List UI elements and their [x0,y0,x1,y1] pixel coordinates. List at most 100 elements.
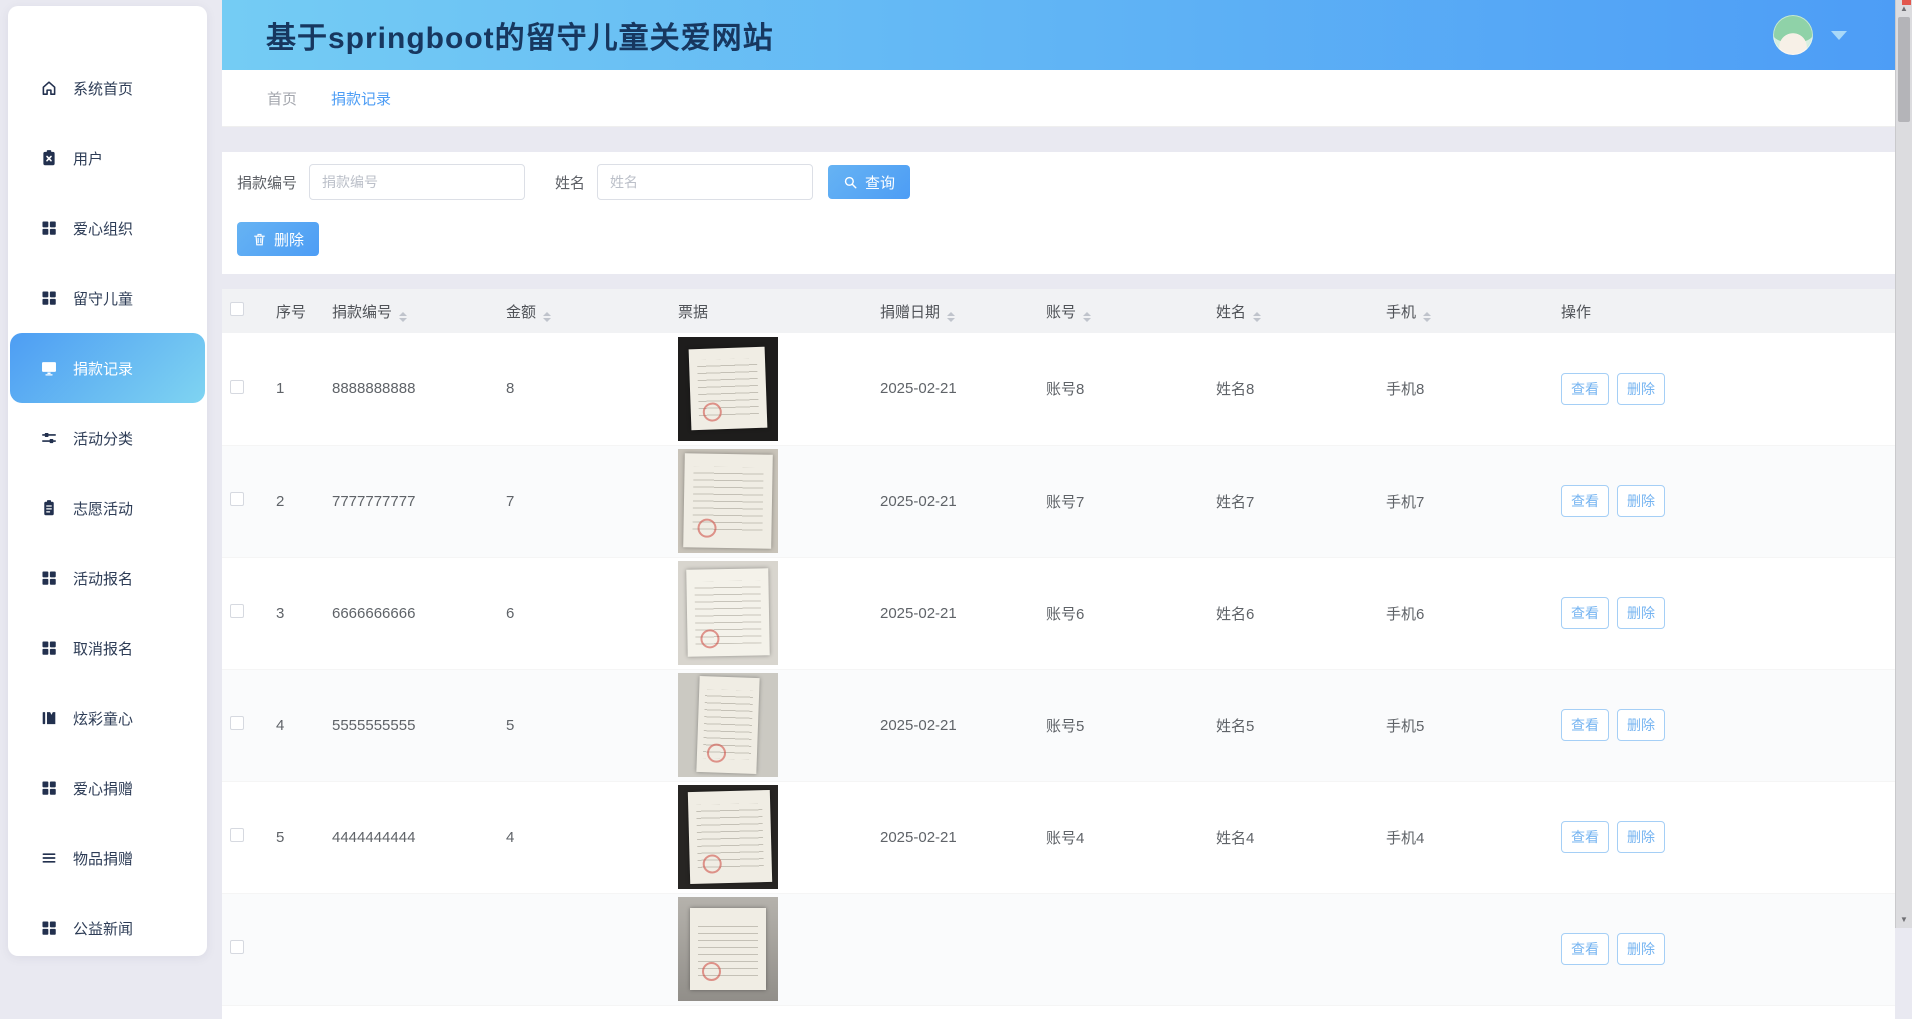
receipt-paper [686,569,770,658]
scrollbar-thumb[interactable] [1898,17,1910,122]
row-delete-button[interactable]: 删除 [1617,709,1665,741]
column-header-label: 捐赠日期 [880,304,940,321]
cell-donation-no: 7777777777 [320,445,494,557]
sort-icon[interactable] [543,312,551,322]
sidebar-item-label: 系统首页 [73,78,133,99]
column-header: 序号 [264,289,320,333]
row-delete-button[interactable]: 删除 [1617,485,1665,517]
user-avatar[interactable] [1773,15,1813,55]
sidebar-item-label: 取消报名 [73,638,133,659]
row-delete-button[interactable]: 删除 [1617,933,1665,965]
query-button[interactable]: 查询 [828,165,910,199]
query-button-label: 查询 [865,172,895,193]
view-button[interactable]: 查看 [1561,373,1609,405]
cell-actions: 查看删除 [1549,445,1895,557]
select-all-checkbox[interactable] [230,302,244,316]
donation-no-input[interactable] [309,164,525,200]
sidebar-item-colorful-childheart[interactable]: 炫彩童心 [8,683,207,753]
breadcrumb-home[interactable]: 首页 [267,88,297,109]
sidebar-item-activity-category[interactable]: 活动分类 [8,403,207,473]
column-header[interactable]: 捐款编号 [320,289,494,333]
column-header-label: 姓名 [1216,304,1246,321]
sidebar-item-label: 用户 [73,148,103,169]
receipt-image[interactable] [678,897,778,1001]
sort-icon[interactable] [1253,312,1261,322]
receipt-image[interactable] [678,449,778,553]
sidebar-item-users[interactable]: 用户 [8,123,207,193]
sidebar-item-left-behind-children[interactable]: 留守儿童 [8,263,207,333]
sidebar-item-volunteer-activity[interactable]: 志愿活动 [8,473,207,543]
app-header: 基于springboot的留守儿童关爱网站 [222,0,1895,70]
sidebar-item-public-news[interactable]: 公益新闻 [8,893,207,963]
bulk-delete-button[interactable]: 删除 [237,222,319,256]
name-label: 姓名 [555,172,585,193]
sort-icon[interactable] [399,312,407,322]
sidebar-item-system-home[interactable]: 系统首页 [8,53,207,123]
view-button[interactable]: 查看 [1561,933,1609,965]
column-header[interactable]: 金额 [494,289,666,333]
sidebar-item-activity-signup[interactable]: 活动报名 [8,543,207,613]
records-table: 序号捐款编号金额票据捐赠日期账号姓名手机操作 1888888888882025-… [222,289,1895,1006]
column-header-label: 序号 [276,304,306,321]
row-checkbox[interactable] [230,940,244,954]
cell-phone: 手机4 [1374,781,1549,893]
grid-icon [40,219,58,237]
receipt-image[interactable] [678,673,778,777]
grid-icon [40,779,58,797]
row-checkbox[interactable] [230,492,244,506]
receipt-image[interactable] [678,785,778,889]
row-delete-button[interactable]: 删除 [1617,373,1665,405]
sidebar-item-item-donation[interactable]: 物品捐赠 [8,823,207,893]
cell-name: 姓名6 [1204,557,1374,669]
document-icon [40,499,58,517]
receipt-image[interactable] [678,561,778,665]
grid-icon [40,289,58,307]
view-button[interactable]: 查看 [1561,597,1609,629]
cell-phone [1374,893,1549,1005]
receipt-image[interactable] [678,337,778,441]
sidebar-nav: 系统首页用户爱心组织留守儿童捐款记录活动分类志愿活动活动报名取消报名炫彩童心爱心… [8,6,207,963]
column-header[interactable]: 账号 [1034,289,1204,333]
sidebar-item-love-donation[interactable]: 爱心捐赠 [8,753,207,823]
table-row: 3666666666662025-02-21账号6姓名6手机6查看删除 [222,557,1895,669]
vertical-scrollbar[interactable]: ▲ ▼ [1895,0,1912,928]
sidebar-item-cancel-signup[interactable]: 取消报名 [8,613,207,683]
sidebar-item-donation-records[interactable]: 捐款记录 [10,333,205,403]
cell-account: 账号8 [1034,333,1204,445]
view-button[interactable]: 查看 [1561,821,1609,853]
view-button[interactable]: 查看 [1561,709,1609,741]
cell-index: 3 [264,557,320,669]
row-checkbox[interactable] [230,380,244,394]
cell-phone: 手机5 [1374,669,1549,781]
cell-receipt [666,781,868,893]
row-checkbox[interactable] [230,716,244,730]
cell-index: 1 [264,333,320,445]
sort-icon[interactable] [1423,312,1431,322]
row-delete-button[interactable]: 删除 [1617,597,1665,629]
cell-receipt [666,669,868,781]
sort-icon[interactable] [947,312,955,322]
sidebar-item-label: 爱心组织 [73,218,133,239]
sort-icon[interactable] [1083,312,1091,322]
cell-account: 账号4 [1034,781,1204,893]
chevron-down-icon[interactable] [1831,31,1847,40]
view-button[interactable]: 查看 [1561,485,1609,517]
table-row: 查看删除 [222,893,1895,1005]
column-header[interactable]: 捐赠日期 [868,289,1034,333]
receipt-paper [683,453,773,548]
grid-icon [40,919,58,937]
row-checkbox[interactable] [230,828,244,842]
scroll-down-icon[interactable]: ▼ [1896,911,1912,928]
cell-actions: 查看删除 [1549,781,1895,893]
cell-index: 2 [264,445,320,557]
name-input[interactable] [597,164,813,200]
column-header[interactable]: 姓名 [1204,289,1374,333]
cell-receipt [666,557,868,669]
sidebar-item-label: 捐款记录 [73,358,133,379]
row-checkbox[interactable] [230,604,244,618]
breadcrumb-current[interactable]: 捐款记录 [331,88,391,109]
column-header[interactable]: 手机 [1374,289,1549,333]
cell-checkbox [222,333,264,445]
sidebar-item-love-organization[interactable]: 爱心组织 [8,193,207,263]
row-delete-button[interactable]: 删除 [1617,821,1665,853]
